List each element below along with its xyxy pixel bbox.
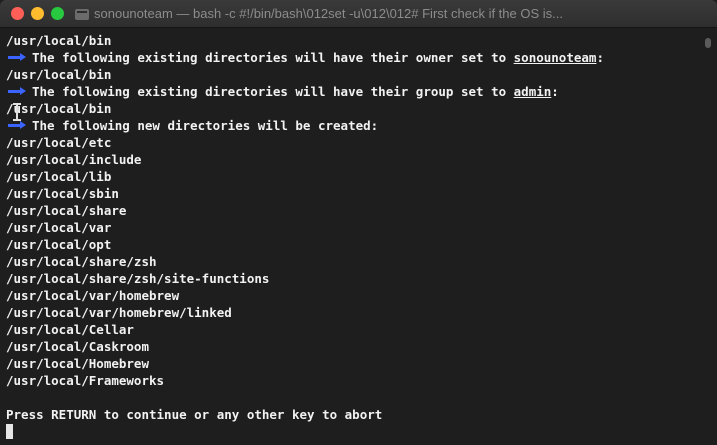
output-line: /usr/local/share/zsh/site-functions xyxy=(6,271,270,286)
output-line: /usr/local/var xyxy=(6,220,112,235)
output-line: /usr/local/Cellar xyxy=(6,322,134,337)
cursor-line xyxy=(6,423,706,440)
output-line: /usr/local/Caskroom xyxy=(6,339,149,354)
output-line: /usr/local/var/homebrew/linked xyxy=(6,305,232,320)
output-line: /usr/local/include xyxy=(6,152,142,167)
arrow-icon xyxy=(6,49,32,66)
output-line: The following existing directories will … xyxy=(6,49,706,66)
ibeam-cursor-icon xyxy=(12,103,22,121)
owner-name: sonounoteam xyxy=(513,50,597,65)
terminal-proxy-icon xyxy=(75,9,89,20)
output-line: /usr/local/bin xyxy=(6,101,112,116)
output-line: /usr/local/etc xyxy=(6,135,112,150)
zoom-window-button[interactable] xyxy=(51,7,64,20)
minimize-window-button[interactable] xyxy=(31,7,44,20)
window-title: sonounoteam — bash -c #!/bin/bash\012set… xyxy=(94,6,563,21)
close-window-button[interactable] xyxy=(11,7,24,20)
text-cursor xyxy=(6,424,13,439)
output-line: /usr/local/sbin xyxy=(6,186,119,201)
output-line: /usr/local/share/zsh xyxy=(6,254,157,269)
title-bar[interactable]: sonounoteam — bash -c #!/bin/bash\012set… xyxy=(0,0,717,28)
output-line: The following existing directories will … xyxy=(6,83,706,100)
arrow-icon xyxy=(6,83,32,100)
output-line: /usr/local/bin xyxy=(6,33,112,48)
output-line: /usr/local/opt xyxy=(6,237,112,252)
output-line: /usr/local/var/homebrew xyxy=(6,288,180,303)
output-line: /usr/local/Homebrew xyxy=(6,356,149,371)
output-line: /usr/local/Frameworks xyxy=(6,373,165,388)
group-name: admin xyxy=(513,84,552,99)
terminal-window: sonounoteam — bash -c #!/bin/bash\012set… xyxy=(0,0,717,445)
output-line: /usr/local/lib xyxy=(6,169,112,184)
output-line: /usr/local/share xyxy=(6,203,127,218)
output-line: The following new directories will be cr… xyxy=(6,117,706,134)
terminal-output[interactable]: /usr/local/bin The following existing di… xyxy=(6,32,706,440)
output-line: /usr/local/bin xyxy=(6,67,112,82)
prompt-line: Press RETURN to continue or any other ke… xyxy=(6,407,383,422)
